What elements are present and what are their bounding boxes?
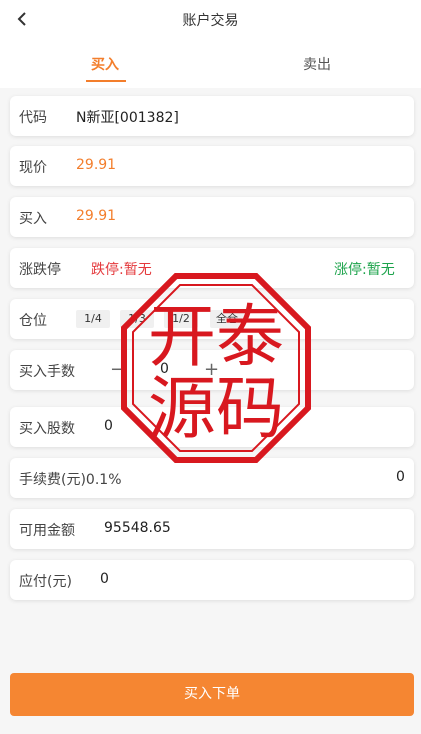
current-price-label: 现价 bbox=[19, 160, 47, 176]
position-full-button[interactable]: 全仓 bbox=[210, 310, 244, 328]
current-price-row: 现价 29.91 bbox=[10, 146, 414, 186]
code-label: 代码 bbox=[19, 110, 47, 126]
submit-buy-button[interactable]: 买入下单 bbox=[10, 673, 414, 716]
shares-value: 0 bbox=[104, 418, 113, 434]
current-price-value: 29.91 bbox=[76, 157, 117, 173]
tab-buy[interactable]: 买入 bbox=[0, 54, 210, 74]
lots-row: 买入手数 − 0 + bbox=[10, 350, 414, 390]
position-half-button[interactable]: 1/2 bbox=[164, 310, 198, 328]
position-label: 仓位 bbox=[19, 313, 47, 329]
available-value: 95548.65 bbox=[104, 520, 171, 536]
payable-row: 应付(元) 0 bbox=[10, 560, 414, 600]
code-row[interactable]: 代码 N新亚[001382] bbox=[10, 96, 414, 136]
shares-label: 买入股数 bbox=[19, 421, 75, 437]
tab-sell[interactable]: 卖出 bbox=[212, 54, 421, 74]
payable-value: 0 bbox=[100, 571, 109, 587]
buy-price-input[interactable]: 29.91 bbox=[76, 208, 116, 224]
lots-input[interactable]: 0 bbox=[160, 361, 169, 377]
fee-row: 手续费(元)0.1% 0 bbox=[10, 458, 414, 498]
position-quarter-button[interactable]: 1/4 bbox=[76, 310, 110, 328]
available-row: 可用金额 95548.65 bbox=[10, 509, 414, 549]
fee-label: 手续费(元)0.1% bbox=[19, 472, 122, 488]
available-label: 可用金额 bbox=[19, 523, 75, 539]
limit-down-text: 跌停:暂无 bbox=[91, 262, 152, 278]
active-tab-indicator bbox=[86, 80, 126, 82]
payable-label: 应付(元) bbox=[19, 574, 72, 590]
limit-up-text: 涨停:暂无 bbox=[334, 262, 395, 278]
position-third-button[interactable]: 1/3 bbox=[120, 310, 154, 328]
buy-price-label: 买入 bbox=[19, 211, 47, 227]
header-bar: 账户交易 bbox=[0, 0, 421, 40]
buy-price-row[interactable]: 买入 29.91 bbox=[10, 197, 414, 237]
trade-tabs: 买入 卖出 bbox=[0, 40, 421, 88]
page-title: 账户交易 bbox=[182, 13, 239, 29]
lots-minus-button[interactable]: − bbox=[110, 359, 125, 380]
lots-label: 买入手数 bbox=[19, 364, 75, 380]
limit-row: 涨跌停 跌停:暂无 涨停:暂无 bbox=[10, 248, 414, 288]
shares-row: 买入股数 0 bbox=[10, 407, 414, 447]
position-row: 仓位 1/4 1/3 1/2 全仓 bbox=[10, 299, 414, 339]
limit-label: 涨跌停 bbox=[19, 262, 61, 278]
fee-value: 0 bbox=[396, 469, 405, 485]
lots-plus-button[interactable]: + bbox=[204, 359, 219, 380]
code-value: N新亚[001382] bbox=[76, 110, 179, 126]
